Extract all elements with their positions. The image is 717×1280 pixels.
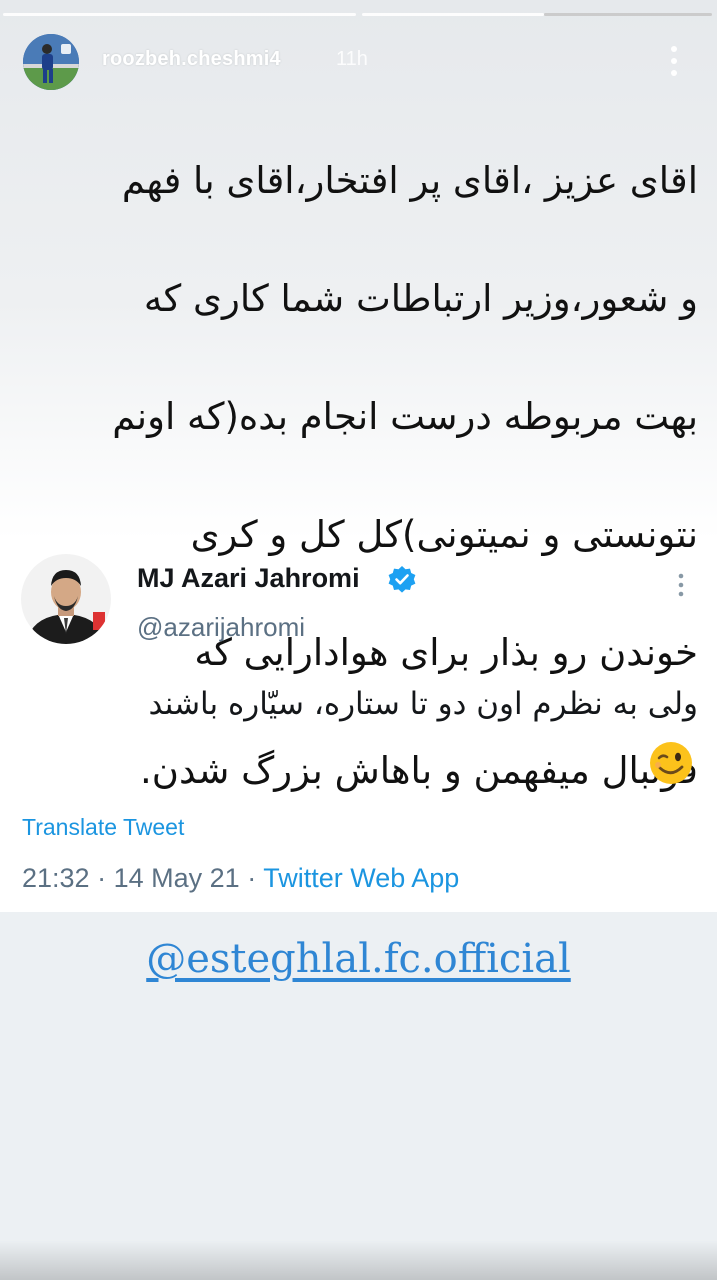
caption-line-6: فوتبال میفهمن و باهاش بزرگ شدن. bbox=[140, 749, 698, 792]
tweet-more-icon[interactable] bbox=[672, 570, 690, 600]
tweet-time: 21:32 bbox=[22, 863, 90, 893]
more-vertical-icon[interactable] bbox=[664, 44, 684, 78]
avatar-photo bbox=[23, 34, 79, 90]
tweet-date: 14 May 21 bbox=[113, 863, 240, 893]
tweet-author-name[interactable]: MJ Azari Jahromi bbox=[137, 563, 360, 594]
story-progress-segment-2 bbox=[362, 13, 544, 16]
story-time-ago: 11h bbox=[336, 48, 368, 70]
mention-sticker[interactable]: @esteghlal.fc.official bbox=[0, 936, 717, 982]
story-progress-segment-3 bbox=[544, 13, 712, 16]
tweet-author-avatar[interactable] bbox=[21, 554, 111, 644]
caption-line-1: اقای عزیز ،اقای پر افتخار،اقای با فهم bbox=[121, 159, 698, 202]
caption-line-3: بهت مربوطه درست انجام بده(که اونم bbox=[112, 395, 698, 438]
story-username[interactable]: roozbeh.cheshmi4 bbox=[102, 48, 281, 71]
author-photo bbox=[21, 554, 111, 644]
meta-separator: · bbox=[247, 863, 257, 893]
caption-line-2: و شعور،وزیر ارتباطات شما کاری که bbox=[143, 277, 698, 320]
bottom-shade bbox=[0, 1240, 717, 1280]
verified-badge-icon bbox=[387, 565, 417, 595]
story-caption-text: اقای عزیز ،اقای پر افتخار،اقای با فهم و … bbox=[40, 92, 698, 859]
translate-tweet-link[interactable]: Translate Tweet bbox=[22, 814, 184, 841]
tweet-meta-row: 21:32 · 14 May 21 · Twitter Web App bbox=[22, 863, 459, 894]
tweet-body-text: ولی به نظرم اون دو تا ستاره، سیّاره باشن… bbox=[148, 686, 698, 722]
instagram-story-screen: roozbeh.cheshmi4 11h اقای عزیز ،اقای پر … bbox=[0, 0, 717, 1280]
caption-line-4: نتونستی و نمیتونی)کل کل و کری bbox=[190, 513, 698, 556]
tweet-source-link[interactable]: Twitter Web App bbox=[263, 863, 459, 893]
tweet-author-handle[interactable]: @azarijahromi bbox=[137, 612, 305, 643]
story-progress-segment-1 bbox=[3, 13, 356, 16]
meta-separator: · bbox=[97, 863, 107, 893]
winking-face-emoji-icon bbox=[648, 740, 694, 786]
story-user-avatar[interactable] bbox=[23, 34, 79, 90]
